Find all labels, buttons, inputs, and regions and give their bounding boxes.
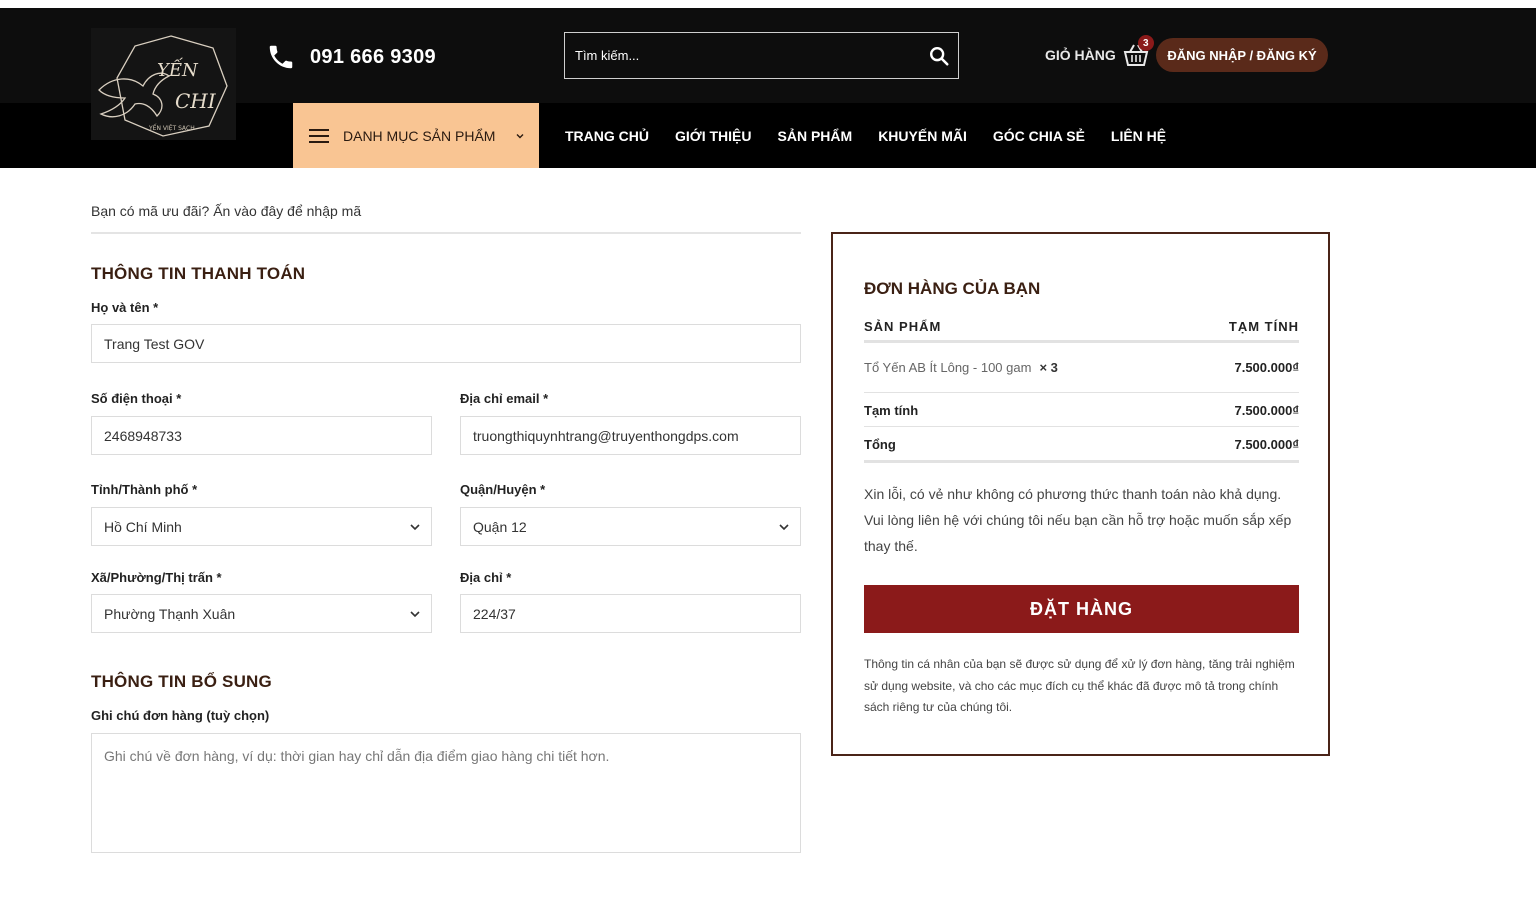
item-price: 7.500.000₫ — [1234, 360, 1299, 375]
cart-label: GIỎ HÀNG — [1045, 47, 1116, 63]
total-label: Tổng — [864, 437, 896, 452]
province-value: Hồ Chí Minh — [104, 518, 182, 535]
phone-input[interactable]: 2468948733 — [91, 416, 432, 455]
fullname-label: Họ và tên * — [91, 300, 159, 315]
nav-item-home[interactable]: TRANG CHỦ — [565, 128, 649, 144]
order-table-header: SẢN PHẨM TẠM TÍNH — [864, 319, 1299, 334]
col-subtotal: TẠM TÍNH — [1228, 319, 1299, 334]
total-value: 7.500.000₫ — [1234, 437, 1299, 452]
cart-icon-wrap: 3 — [1122, 35, 1154, 69]
ward-value: Phường Thạnh Xuân — [104, 605, 236, 622]
district-select[interactable]: Quận 12 — [460, 507, 801, 546]
subtotal-divider — [864, 426, 1299, 427]
province-label: Tỉnh/Thành phố * — [91, 482, 198, 497]
cart-count-badge: 3 — [1137, 35, 1154, 51]
phone-icon — [269, 45, 293, 69]
nav-item-contact[interactable]: LIÊN HỆ — [1111, 128, 1166, 144]
no-payment-message: Xin lỗi, có vẻ như không có phương thức … — [864, 486, 1292, 554]
category-menu-label: DANH MỤC SẢN PHẨM — [343, 127, 496, 144]
product-category-menu[interactable]: DANH MỤC SẢN PHẨM — [293, 103, 539, 168]
ward-select[interactable]: Phường Thạnh Xuân — [91, 594, 432, 633]
phone-number: 091 666 9309 — [310, 45, 436, 68]
coupon-link[interactable]: Bạn có mã ưu đãi? Ấn vào đây để nhập mã — [91, 203, 361, 219]
login-register-button[interactable]: ĐĂNG NHẬP / ĐĂNG KÝ — [1156, 38, 1328, 72]
chevron-down-icon — [516, 133, 524, 138]
hamburger-icon — [309, 128, 329, 143]
address-label: Địa chỉ * — [460, 570, 512, 585]
nav-item-products[interactable]: SẢN PHẨM — [778, 128, 853, 144]
billing-title: THÔNG TIN THANH TOÁN — [91, 264, 306, 283]
privacy-notice: Thông tin cá nhân của bạn sẽ được sử dụn… — [864, 657, 1295, 714]
place-order-button[interactable]: ĐẶT HÀNG — [864, 585, 1299, 633]
nav-item-promotions[interactable]: KHUYẾN MÃI — [878, 128, 967, 144]
address-input[interactable]: 224/37 — [460, 594, 801, 633]
nav-item-blog[interactable]: GÓC CHIA SẺ — [993, 128, 1085, 144]
main-nav: TRANG CHỦ GIỚI THIỆU SẢN PHẨM KHUYẾN MÃI… — [565, 103, 1192, 168]
col-product: SẢN PHẨM — [864, 319, 942, 334]
swallow-logo-icon: YẾN CHI YẾN VIỆT SẠCH — [98, 35, 228, 137]
search-input[interactable] — [565, 33, 915, 78]
nav-item-about[interactable]: GIỚI THIỆU — [675, 128, 752, 144]
logo-tagline: YẾN VIỆT SẠCH — [148, 124, 195, 132]
email-label: Địa chỉ email * — [460, 391, 549, 406]
subtotal-label: Tạm tính — [864, 403, 919, 418]
hotline[interactable]: 091 666 9309 — [266, 40, 436, 74]
order-item: Tổ Yến AB Ít Lông - 100 gam × 3 — [864, 360, 1058, 375]
search-icon[interactable] — [928, 45, 950, 67]
order-item-row: Tổ Yến AB Ít Lông - 100 gam × 3 7.500.000… — [864, 360, 1299, 375]
logo-text-top: YẾN — [157, 56, 199, 81]
chevron-down-icon — [410, 523, 420, 530]
order-note-label: Ghi chú đơn hàng (tuỳ chọn) — [91, 708, 270, 723]
cart-button[interactable]: GIỎ HÀNG 3 — [1045, 35, 1154, 72]
additional-info-title: THÔNG TIN BỔ SUNG — [91, 672, 272, 691]
district-value: Quận 12 — [473, 518, 527, 535]
district-label: Quận/Huyện * — [460, 482, 546, 497]
site-logo[interactable]: YẾN CHI YẾN VIỆT SẠCH — [91, 28, 236, 140]
subtotal-value: 7.500.000₫ — [1234, 403, 1299, 418]
total-divider — [864, 460, 1299, 463]
chevron-down-icon — [779, 523, 789, 530]
chevron-down-icon — [410, 610, 420, 617]
item-divider — [864, 392, 1299, 393]
total-row: Tổng 7.500.000₫ — [864, 437, 1299, 452]
fullname-input[interactable]: Trang Test GOV — [91, 324, 801, 363]
coupon-divider — [91, 232, 801, 234]
search-bar — [564, 32, 959, 79]
order-summary: ĐƠN HÀNG CỦA BẠN SẢN PHẨM TẠM TÍNH Tổ Yế… — [831, 232, 1330, 756]
subtotal-row: Tạm tính 7.500.000₫ — [864, 403, 1299, 418]
header-divider — [864, 340, 1299, 343]
top-strip — [0, 0, 1536, 8]
order-note-textarea[interactable]: Ghi chú về đơn hàng, ví dụ: thời gian ha… — [91, 733, 801, 853]
item-name: Tổ Yến AB Ít Lông - 100 gam — [864, 360, 1032, 375]
logo-text-bottom: CHI — [175, 89, 217, 113]
ward-label: Xã/Phường/Thị trấn * — [91, 570, 222, 585]
order-summary-title: ĐƠN HÀNG CỦA BẠN — [864, 279, 1041, 298]
email-input[interactable]: truongthiquynhtrang@truyenthongdps.com — [460, 416, 801, 455]
phone-label: Số điện thoại * — [91, 391, 182, 406]
province-select[interactable]: Hồ Chí Minh — [91, 507, 432, 546]
item-qty: × 3 — [1039, 360, 1058, 375]
